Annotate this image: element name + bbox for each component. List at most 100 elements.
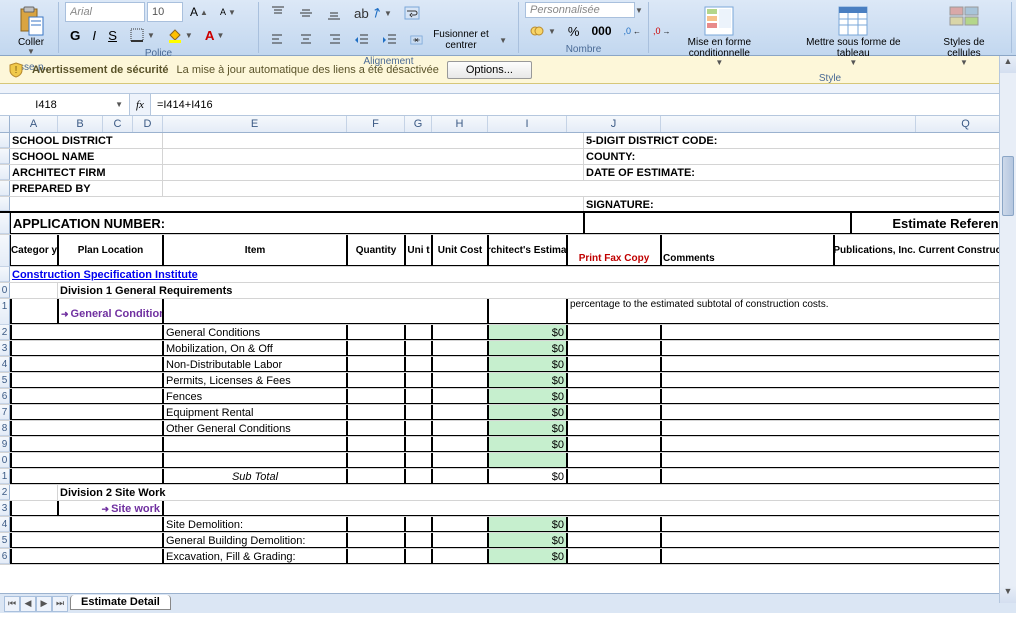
cell[interactable]: Item (163, 235, 347, 266)
cell[interactable] (661, 549, 1016, 564)
cell[interactable]: Plan Location (58, 235, 163, 266)
cell[interactable] (584, 213, 851, 234)
row-header[interactable]: 0 (0, 453, 10, 468)
cell[interactable] (347, 405, 405, 420)
cell[interactable]: Saylor Publications, Inc. Current Constr… (834, 235, 1016, 266)
align-bottom-button[interactable] (321, 2, 347, 24)
cell[interactable] (432, 421, 488, 436)
align-right-button[interactable] (321, 29, 347, 51)
orientation-button[interactable]: ab↗▼ (349, 2, 397, 24)
row-header[interactable]: 5 (0, 533, 10, 548)
cell[interactable] (432, 341, 488, 356)
formula-input[interactable] (151, 94, 1016, 115)
cell[interactable]: Quantity (347, 235, 405, 266)
cell[interactable] (661, 533, 1016, 548)
row-header[interactable]: 8 (0, 421, 10, 436)
row-header[interactable]: 1 (0, 469, 10, 484)
col-header[interactable]: C (103, 116, 133, 132)
underline-button[interactable]: S (103, 24, 122, 46)
row-header[interactable] (0, 165, 10, 180)
cell[interactable] (432, 549, 488, 564)
font-name-select[interactable] (65, 2, 145, 22)
bold-button[interactable]: G (65, 24, 85, 46)
csi-link[interactable]: Construction Specification Institute (10, 267, 1016, 282)
cell[interactable] (567, 517, 661, 532)
cell[interactable] (567, 389, 661, 404)
cell[interactable] (10, 373, 163, 388)
percent-button[interactable]: % (563, 20, 585, 42)
font-color-button[interactable]: A▼ (200, 24, 230, 46)
row-header[interactable]: 2 (0, 485, 10, 500)
tab-last-button[interactable]: ⏭ (52, 596, 68, 612)
cell[interactable] (163, 299, 488, 324)
cell[interactable] (347, 325, 405, 340)
cell[interactable] (661, 437, 1016, 452)
cell[interactable] (347, 453, 405, 468)
cell[interactable]: $0 (488, 549, 567, 564)
cell[interactable]: Division 1 General Requirements (58, 283, 1016, 298)
col-header[interactable]: E (163, 116, 347, 132)
cell[interactable] (10, 533, 163, 548)
cell[interactable] (661, 453, 1016, 468)
cell[interactable] (567, 533, 661, 548)
cell[interactable]: SCHOOL NAME (10, 149, 163, 164)
increase-indent-button[interactable] (377, 29, 403, 51)
col-header[interactable]: A (10, 116, 58, 132)
cell[interactable] (567, 341, 661, 356)
cell[interactable] (347, 437, 405, 452)
cell[interactable]: 5-DIGIT DISTRICT CODE: (584, 133, 1016, 148)
cell[interactable] (567, 469, 661, 484)
cell[interactable] (405, 405, 432, 420)
grow-font-button[interactable]: A▲ (185, 2, 213, 22)
row-header[interactable]: 5 (0, 373, 10, 388)
cell[interactable] (488, 453, 567, 468)
cell[interactable] (432, 325, 488, 340)
scroll-down-button[interactable]: ▼ (1000, 586, 1016, 603)
cell[interactable]: SCHOOL DISTRICT (10, 133, 163, 148)
cell[interactable]: $0 (488, 517, 567, 532)
cell[interactable] (405, 437, 432, 452)
cell[interactable]: Sub Total (163, 469, 347, 484)
cell[interactable] (432, 373, 488, 388)
cell[interactable] (10, 501, 58, 516)
cell[interactable]: Categor y (10, 235, 58, 266)
align-middle-button[interactable] (293, 2, 319, 24)
comma-button[interactable]: 000 (586, 20, 616, 42)
col-header[interactable]: I (488, 116, 567, 132)
font-size-select[interactable] (147, 2, 183, 22)
cell-styles-button[interactable]: Styles de cellules▼ (923, 2, 1005, 71)
cell[interactable] (405, 453, 432, 468)
cell[interactable] (567, 437, 661, 452)
cell[interactable]: Comments (661, 235, 834, 266)
cell[interactable] (661, 357, 1016, 372)
row-header[interactable]: 6 (0, 549, 10, 564)
row-header[interactable]: 3 (0, 341, 10, 356)
row-header[interactable]: 0 (0, 283, 10, 298)
cell[interactable] (405, 421, 432, 436)
select-all-corner[interactable] (0, 116, 10, 132)
cell[interactable]: General Conditions (163, 325, 347, 340)
cell[interactable] (10, 485, 58, 500)
cell[interactable]: Architect's Estimate (488, 235, 567, 266)
cell[interactable] (10, 325, 163, 340)
cell[interactable] (661, 325, 1016, 340)
cell[interactable]: General Building Demolition: (163, 533, 347, 548)
row-header[interactable]: 2 (0, 325, 10, 340)
col-header[interactable]: H (432, 116, 488, 132)
fx-icon[interactable]: fx (136, 99, 144, 111)
cell[interactable] (432, 357, 488, 372)
cell[interactable] (432, 405, 488, 420)
cell[interactable] (347, 373, 405, 388)
col-header[interactable]: D (133, 116, 163, 132)
col-header[interactable] (661, 116, 916, 132)
scroll-thumb[interactable] (1002, 156, 1014, 216)
sheet-tab-active[interactable]: Estimate Detail (70, 595, 171, 610)
row-header[interactable] (0, 149, 10, 164)
cell[interactable] (10, 469, 163, 484)
cell[interactable]: $0 (488, 437, 567, 452)
cell[interactable] (347, 421, 405, 436)
cell[interactable] (163, 437, 347, 452)
cell[interactable]: $0 (488, 405, 567, 420)
cell[interactable] (567, 357, 661, 372)
wrap-text-button[interactable] (399, 2, 512, 24)
